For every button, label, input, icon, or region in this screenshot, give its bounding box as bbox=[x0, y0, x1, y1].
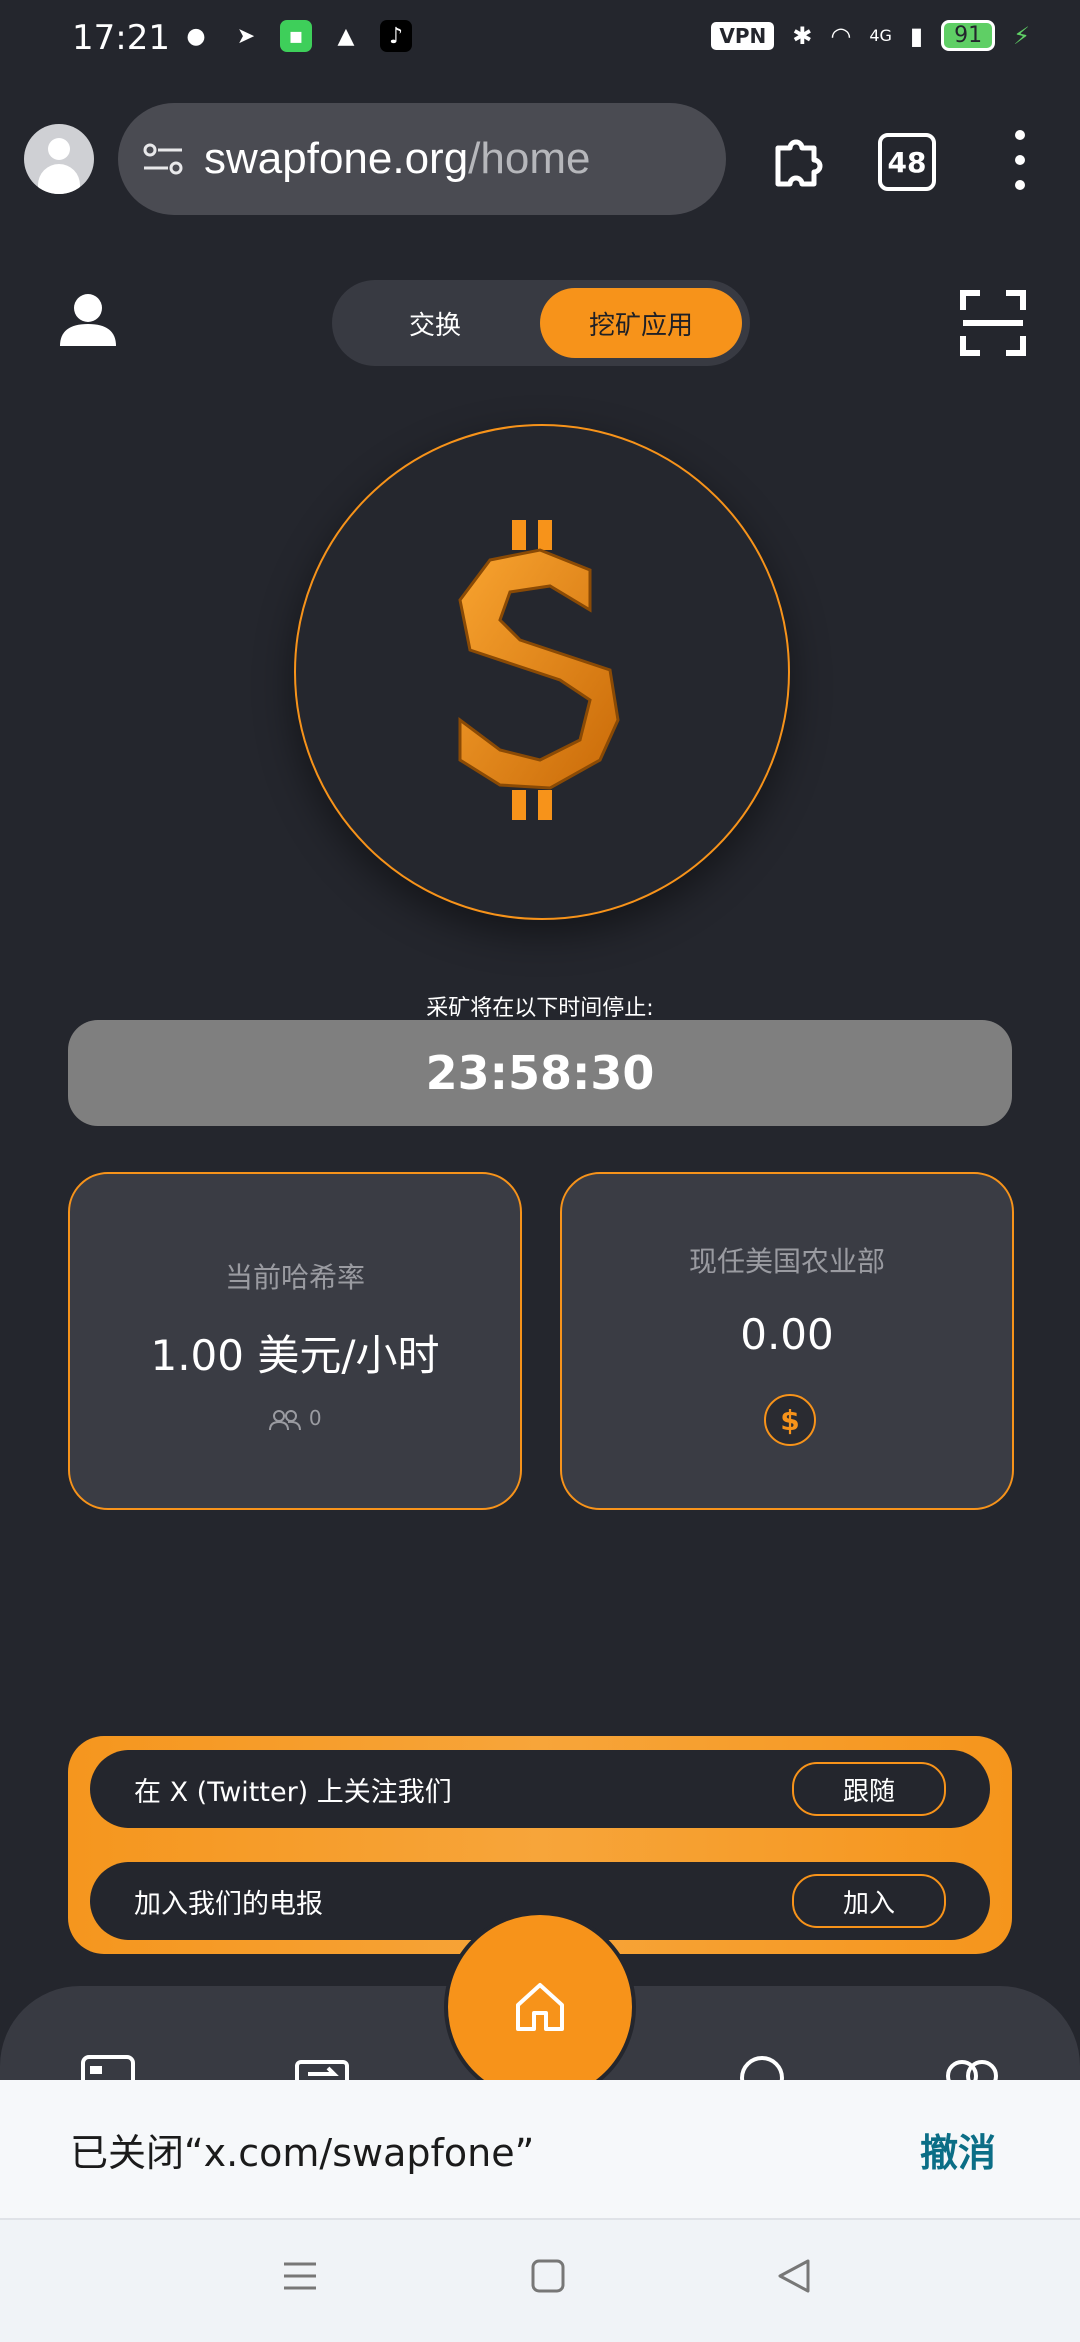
mode-switch: 交换 挖矿应用 bbox=[332, 280, 750, 366]
recents-icon[interactable] bbox=[282, 2258, 318, 2294]
browser-profile-avatar[interactable] bbox=[24, 124, 94, 194]
users-icon bbox=[269, 1409, 302, 1430]
hashrate-card: 当前哈希率 1.00 美元/小时 0 bbox=[68, 1172, 522, 1510]
notification-icons: ● ➤ ▪ ▲ ♪ bbox=[180, 20, 412, 52]
dollar-logo-icon bbox=[440, 520, 640, 820]
cell-signal-icon: ▮ bbox=[909, 21, 924, 50]
coin-icon: $ bbox=[764, 1394, 816, 1446]
wifi-icon: ◠ bbox=[830, 21, 852, 50]
url-path: /home bbox=[468, 134, 591, 183]
tab-mining[interactable]: 挖矿应用 bbox=[540, 288, 742, 358]
bluetooth-icon: ✱ bbox=[792, 21, 813, 50]
follow-twitter-button[interactable]: 跟随 bbox=[792, 1762, 946, 1816]
referral-count: 0 bbox=[70, 1406, 520, 1431]
address-bar[interactable]: swapfone.org/home bbox=[118, 103, 726, 215]
telegram-icon: ➤ bbox=[236, 23, 256, 49]
signal-app-icon: ▲ bbox=[337, 23, 355, 49]
vpn-badge: VPN bbox=[711, 21, 775, 50]
referral-count-value: 0 bbox=[308, 1406, 322, 1430]
messages-icon: ▪ bbox=[280, 20, 312, 52]
url-text[interactable]: swapfone.org/home bbox=[204, 134, 590, 184]
undo-button[interactable]: 撤消 bbox=[920, 2122, 996, 2177]
scan-icon[interactable] bbox=[960, 290, 1026, 356]
charging-icon: ⚡ bbox=[1013, 21, 1030, 50]
hashrate-value: 1.00 美元/小时 bbox=[150, 1331, 440, 1380]
system-navigation-bar bbox=[0, 2218, 1080, 2342]
back-icon[interactable] bbox=[776, 2258, 812, 2294]
network-type: 4G bbox=[869, 26, 892, 45]
snackbar-message: 已关闭“x.com/swapfone” bbox=[70, 2130, 535, 2175]
join-telegram-button[interactable]: 加入 bbox=[792, 1874, 946, 1928]
tab-swap[interactable]: 交换 bbox=[340, 288, 530, 358]
user-profile-icon[interactable] bbox=[56, 290, 120, 354]
hashrate-title: 当前哈希率 bbox=[224, 1261, 365, 1294]
home-icon bbox=[516, 1983, 564, 2031]
tab-switcher-button[interactable]: 48 bbox=[878, 133, 936, 191]
battery-indicator: 91 bbox=[941, 20, 996, 51]
balance-card: 现任美国农业部 0.00 $ bbox=[560, 1172, 1014, 1510]
browser-menu-icon[interactable] bbox=[1010, 130, 1030, 190]
timer-label: 采矿将在以下时间停止: bbox=[426, 996, 654, 1021]
home-button[interactable] bbox=[448, 1915, 632, 2099]
balance-value: 0.00 bbox=[740, 1310, 834, 1359]
site-settings-icon[interactable] bbox=[140, 136, 186, 182]
twitter-row: 在 X (Twitter) 上关注我们 跟随 bbox=[90, 1750, 990, 1828]
balance-title: 现任美国农业部 bbox=[688, 1245, 885, 1278]
mining-timer: 23:58:30 bbox=[68, 1020, 1012, 1126]
twitter-label: 在 X (Twitter) 上关注我们 bbox=[134, 1776, 452, 1808]
status-time: 17:21 bbox=[72, 18, 170, 58]
extensions-icon[interactable] bbox=[766, 128, 830, 192]
url-domain: swapfone.org bbox=[204, 134, 469, 183]
snackbar: 已关闭“x.com/swapfone” 撤消 bbox=[0, 2080, 1080, 2218]
home-system-icon[interactable] bbox=[530, 2258, 566, 2294]
system-status-icons: VPN ✱ ◠ 4G ▮ 91 ⚡ bbox=[711, 20, 1030, 51]
telegram-label: 加入我们的电报 bbox=[134, 1888, 323, 1920]
wechat-icon: ● bbox=[186, 23, 206, 49]
tiktok-icon: ♪ bbox=[380, 20, 412, 52]
